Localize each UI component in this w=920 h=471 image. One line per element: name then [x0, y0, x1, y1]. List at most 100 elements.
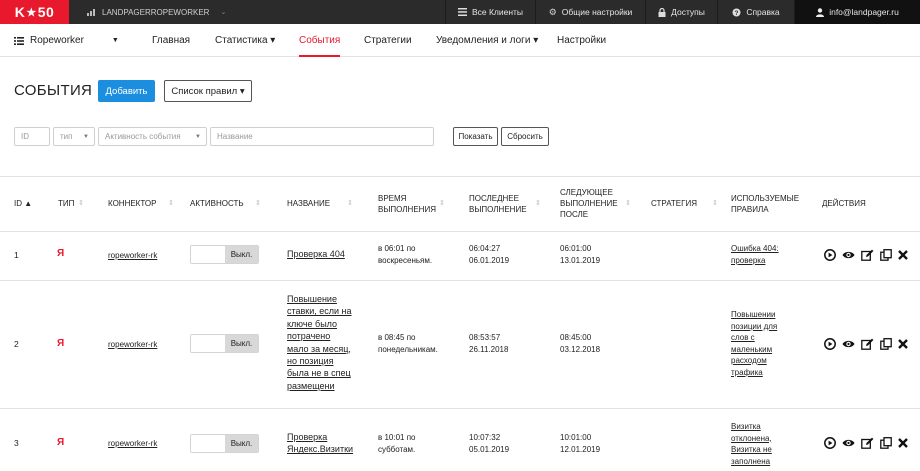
account-selector[interactable]: Ropeworker ▼	[14, 24, 119, 57]
type-filter-placeholder: тип	[60, 132, 73, 141]
delete-icon[interactable]	[898, 438, 908, 448]
type-filter-select[interactable]: тип ▼	[53, 127, 95, 146]
rules-link[interactable]: Ошибка 404: проверка	[731, 243, 779, 266]
last-line: 10:07:32	[469, 433, 501, 442]
activity-toggle[interactable]: Выкл.	[190, 245, 259, 264]
copy-icon[interactable]	[880, 338, 892, 350]
lock-icon	[658, 7, 666, 17]
edit-icon[interactable]	[861, 437, 874, 449]
rules-line: отклонена,	[731, 433, 772, 443]
connector-link[interactable]: ropeworker-rk	[108, 339, 157, 351]
caret-down-icon: ▼	[111, 37, 119, 44]
page-title: СОБЫТИЯ	[14, 82, 93, 99]
rules-line: расходом	[731, 356, 767, 365]
col-connector-header[interactable]: КОННЕКТОР ⇕	[108, 176, 178, 231]
activity-filter-select[interactable]: Активность события ▼	[98, 127, 207, 146]
toggle-knob	[191, 246, 225, 263]
project-selector[interactable]: LANDPAGERROPEWORKER ⌄	[87, 0, 226, 24]
rules-list-button[interactable]: Список правил ▾	[164, 80, 252, 102]
user-menu[interactable]: info@landpager.ru	[794, 0, 920, 24]
name-filter-input[interactable]: Название	[210, 127, 434, 146]
run-time: в 06:01 по воскресеньям.	[378, 243, 432, 266]
access-label: Доступы	[671, 7, 705, 17]
delete-icon[interactable]	[898, 250, 908, 260]
event-name-link[interactable]: Проверка 404	[287, 248, 345, 260]
nav-home[interactable]: Главная	[152, 24, 190, 57]
account-name: Ropeworker	[30, 35, 84, 46]
logo-star-icon: ★	[26, 6, 37, 19]
activity-toggle[interactable]: Выкл.	[190, 434, 259, 453]
chart-icon	[87, 9, 95, 16]
copy-icon[interactable]	[880, 249, 892, 261]
copy-icon[interactable]	[880, 437, 892, 449]
k50-logo[interactable]: K ★ 50	[0, 0, 69, 24]
play-icon[interactable]	[824, 338, 836, 350]
sort-icon: ⇕	[439, 200, 445, 207]
row-actions	[824, 437, 908, 449]
edit-icon[interactable]	[861, 249, 874, 261]
col-next-run-header[interactable]: СЛЕДУЮЩЕЕ ВЫПОЛНЕНИЕ ПОСЛЕ ⇕	[560, 176, 634, 231]
name-line: ставки, если на	[287, 306, 352, 317]
play-icon[interactable]	[824, 249, 836, 261]
nav-settings[interactable]: Настройки	[557, 24, 606, 57]
col-time-header[interactable]: ВРЕМЯ ВЫПОЛНЕНИЯ ⇕	[378, 176, 448, 231]
nav-notifications-logs[interactable]: Уведомления и логи ▾	[436, 24, 538, 57]
rules-line: слов с	[731, 333, 755, 342]
gear-icon: ⚙	[548, 6, 557, 17]
col-id-header[interactable]: ID ▲	[14, 176, 32, 231]
add-event-button[interactable]: Добавить	[98, 80, 155, 102]
edit-icon[interactable]	[861, 338, 874, 350]
last-line: 05.01.2019	[469, 444, 510, 454]
sort-icon: ⇕	[347, 200, 353, 207]
id-filter-input[interactable]: ID	[14, 127, 50, 146]
toggle-label: Выкл.	[225, 246, 258, 263]
general-settings-label: Общие настройки	[561, 7, 633, 17]
col-name-label: НАЗВАНИЕ	[287, 199, 331, 208]
sort-icon: ⇕	[625, 200, 631, 207]
nav-events[interactable]: События	[299, 24, 341, 57]
activity-toggle[interactable]: Выкл.	[190, 334, 259, 353]
eye-icon[interactable]	[842, 437, 855, 449]
col-last-run-header[interactable]: ПОСЛЕДНЕЕ ВЫПОЛНЕНИЕ ⇕	[469, 176, 543, 231]
delete-icon[interactable]	[898, 339, 908, 349]
connector-link[interactable]: ropeworker-rk	[108, 438, 157, 450]
name-line: размещени	[287, 380, 335, 391]
row-id: 1	[14, 250, 19, 260]
rules-link[interactable]: Повышении позиции для слов с маленьким р…	[731, 309, 777, 378]
access-link[interactable]: Доступы	[645, 0, 717, 24]
next-line: 12.01.2019	[560, 444, 601, 454]
eye-icon[interactable]	[842, 249, 855, 261]
general-settings-link[interactable]: ⚙ Общие настройки	[535, 0, 645, 24]
play-icon[interactable]	[824, 437, 836, 449]
name-line: но позиция	[287, 356, 334, 367]
col-rules-line: ИСПОЛЬЗУЕМЫЕ	[731, 193, 800, 203]
event-name-link[interactable]: Повышение ставки, если на ключе было пот…	[287, 293, 352, 392]
last-line: 08:53:57	[469, 333, 501, 342]
last-line: 26.11.2018	[469, 344, 509, 354]
event-name-link[interactable]: Проверка Яндекс.Визитки	[287, 431, 353, 456]
col-rules-label: ИСПОЛЬЗУЕМЫЕ ПРАВИЛА	[731, 193, 799, 215]
eye-icon[interactable]	[842, 338, 855, 350]
time-line: воскресеньям.	[378, 255, 433, 265]
col-activity-header[interactable]: АКТИВНОСТЬ ⇕	[190, 176, 264, 231]
connector-link[interactable]: ropeworker-rk	[108, 250, 157, 262]
rules-line: маленьким	[731, 344, 773, 354]
show-button[interactable]: Показать	[453, 127, 498, 146]
col-next-line: СЛЕДУЮЩЕЕ	[560, 188, 613, 197]
all-clients-label: Все Клиенты	[471, 7, 524, 17]
yandex-icon: Я	[57, 338, 65, 349]
reset-button[interactable]: Сбросить	[501, 127, 549, 146]
rules-line: проверка	[731, 255, 766, 265]
all-clients-link[interactable]: Все Клиенты	[445, 0, 535, 24]
rules-line: Ошибка 404:	[731, 244, 779, 253]
col-strategy-header[interactable]: СТРАТЕГИЯ ⇕	[651, 176, 721, 231]
top-bar: K ★ 50 LANDPAGERROPEWORKER ⌄ Все Клиенты…	[0, 0, 920, 24]
nav-statistics[interactable]: Статистика ▾	[215, 24, 275, 57]
col-strategy-label: СТРАТЕГИЯ	[651, 199, 697, 208]
col-name-header[interactable]: НАЗВАНИЕ ⇕	[287, 176, 357, 231]
rules-link[interactable]: Визитка отклонена, Визитка не заполнена	[731, 421, 772, 467]
nav-strategies[interactable]: Стратегии	[364, 24, 412, 57]
help-link[interactable]: ? Справка	[717, 0, 794, 24]
col-type-header[interactable]: ТИП ⇕	[58, 176, 88, 231]
activity-filter-placeholder: Активность события	[105, 132, 181, 141]
